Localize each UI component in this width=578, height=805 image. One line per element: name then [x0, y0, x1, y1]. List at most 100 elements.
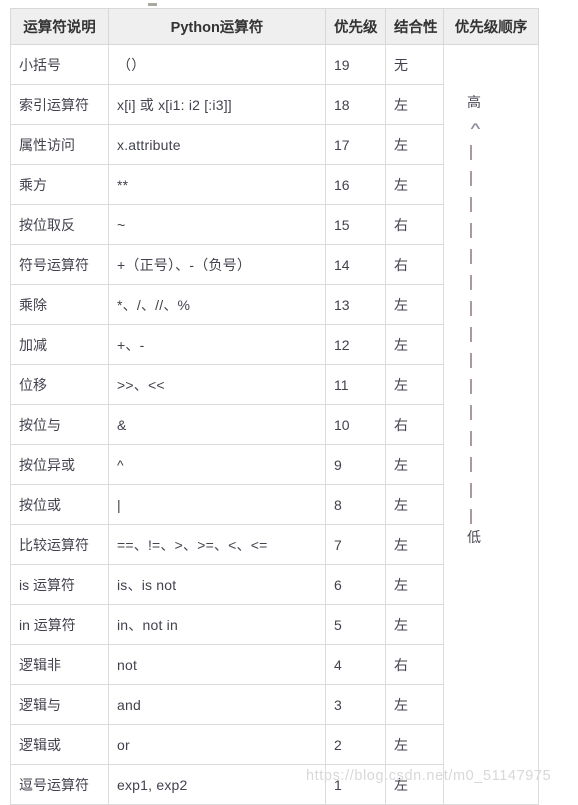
priority-high-label: 高	[467, 94, 481, 110]
cell-python-operator: not	[108, 644, 326, 685]
arrow-dash-segment	[470, 171, 472, 186]
cell-associativity: 左	[385, 484, 444, 525]
cell-python-operator: x.attribute	[108, 124, 326, 165]
column-header-precedence-order: 优先级顺序	[443, 8, 539, 45]
cell-python-operator: ^	[108, 444, 326, 485]
cell-associativity: 左	[385, 724, 444, 765]
cell-associativity: 左	[385, 364, 444, 405]
cell-python-operator: is、is not	[108, 564, 326, 605]
cell-associativity: 左	[385, 284, 444, 325]
cell-precedence: 18	[325, 84, 386, 125]
arrow-dash-segment	[470, 275, 472, 290]
cell-associativity: 左	[385, 444, 444, 485]
column-header-operator-description: 运算符说明	[10, 8, 109, 45]
arrow-dash-segment	[470, 379, 472, 394]
cell-precedence: 2	[325, 724, 386, 765]
operator-precedence-table: 运算符说明 Python运算符 优先级 结合性 优先级顺序 小括号 （） 19 无高 ∧…	[10, 8, 539, 805]
arrow-dash-segment	[470, 405, 472, 420]
cell-associativity: 左	[385, 524, 444, 565]
cell-precedence-order: 高 ∧ 低	[443, 44, 539, 805]
cell-precedence: 15	[325, 204, 386, 245]
cell-precedence: 10	[325, 404, 386, 445]
cell-precedence: 12	[325, 324, 386, 365]
cell-precedence: 17	[325, 124, 386, 165]
cell-python-operator: **	[108, 164, 326, 205]
cell-operator-description: 按位或	[10, 484, 109, 525]
cell-associativity: 左	[385, 604, 444, 645]
watermark-url: https://blog.csdn.net/m0_51147975	[306, 768, 552, 784]
cell-python-operator: （）	[108, 44, 326, 85]
cell-precedence: 7	[325, 524, 386, 565]
cell-python-operator: ~	[108, 204, 326, 245]
table-row: 小括号 （） 19 无高 ∧ 低	[10, 44, 539, 805]
cell-operator-description: 逗号运算符	[10, 764, 109, 805]
cell-associativity: 左	[385, 124, 444, 165]
cell-operator-description: 小括号	[10, 44, 109, 85]
cell-operator-description: 属性访问	[10, 124, 109, 165]
cell-associativity: 左	[385, 84, 444, 125]
cell-operator-description: 逻辑或	[10, 724, 109, 765]
cell-precedence: 13	[325, 284, 386, 325]
cell-python-operator: and	[108, 684, 326, 725]
cell-associativity: 无	[385, 44, 444, 85]
top-artifact-mark	[148, 3, 157, 6]
table-header-row: 运算符说明 Python运算符 优先级 结合性 优先级顺序	[10, 8, 539, 45]
priority-low-label: 低	[467, 529, 481, 545]
cell-operator-description: 乘方	[10, 164, 109, 205]
cell-python-operator: exp1, exp2	[108, 764, 326, 805]
operator-precedence-table-container: 运算符说明 Python运算符 优先级 结合性 优先级顺序 小括号 （） 19 无高 ∧…	[10, 8, 539, 805]
cell-associativity: 右	[385, 244, 444, 285]
cell-python-operator: +（正号）、-（负号）	[108, 244, 326, 285]
cell-associativity: 右	[385, 644, 444, 685]
cell-operator-description: is 运算符	[10, 564, 109, 605]
cell-operator-description: 乘除	[10, 284, 109, 325]
arrow-dash-segment	[470, 197, 472, 212]
cell-precedence: 14	[325, 244, 386, 285]
cell-operator-description: 比较运算符	[10, 524, 109, 565]
page-root: 运算符说明 Python运算符 优先级 结合性 优先级顺序 小括号 （） 19 无高 ∧…	[0, 0, 578, 805]
cell-python-operator: &	[108, 404, 326, 445]
cell-precedence: 11	[325, 364, 386, 405]
cell-python-operator: >>、<<	[108, 364, 326, 405]
cell-operator-description: 逻辑与	[10, 684, 109, 725]
cell-python-operator: ==、!=、>、>=、<、<=	[108, 524, 326, 565]
table-body: 小括号 （） 19 无高 ∧ 低 索引运算符 x[i] 或 x[i1: i2 [:i3]] 18…	[10, 44, 539, 805]
cell-operator-description: 加减	[10, 324, 109, 365]
cell-precedence: 4	[325, 644, 386, 685]
arrow-dash-segment	[470, 457, 472, 472]
cell-python-operator: in、not in	[108, 604, 326, 645]
cell-precedence: 9	[325, 444, 386, 485]
column-header-python-operator: Python运算符	[108, 8, 326, 45]
cell-associativity: 左	[385, 164, 444, 205]
cell-precedence: 8	[325, 484, 386, 525]
arrow-dash-segment	[470, 509, 472, 524]
cell-python-operator: x[i] 或 x[i1: i2 [:i3]]	[108, 84, 326, 125]
arrow-dash-segment	[470, 327, 472, 342]
cell-precedence: 5	[325, 604, 386, 645]
arrow-dash-segment	[470, 431, 472, 446]
cell-operator-description: 符号运算符	[10, 244, 109, 285]
arrow-dash-segment	[470, 483, 472, 498]
arrow-dash-segment	[470, 145, 472, 160]
cell-python-operator: or	[108, 724, 326, 765]
cell-associativity: 右	[385, 404, 444, 445]
column-header-precedence: 优先级	[325, 8, 386, 45]
cell-operator-description: 位移	[10, 364, 109, 405]
arrow-dash-segment	[470, 223, 472, 238]
column-header-associativity: 结合性	[385, 8, 444, 45]
cell-associativity: 左	[385, 684, 444, 725]
cell-associativity: 左	[385, 564, 444, 605]
cell-python-operator: |	[108, 484, 326, 525]
cell-precedence: 16	[325, 164, 386, 205]
arrow-dash-segment	[470, 301, 472, 316]
cell-operator-description: 逻辑非	[10, 644, 109, 685]
arrow-dash-segment	[470, 353, 472, 368]
table-header: 运算符说明 Python运算符 优先级 结合性 优先级顺序	[10, 8, 539, 45]
cell-precedence: 6	[325, 564, 386, 605]
cell-precedence: 3	[325, 684, 386, 725]
cell-operator-description: 按位取反	[10, 204, 109, 245]
cell-operator-description: 索引运算符	[10, 84, 109, 125]
cell-associativity: 右	[385, 204, 444, 245]
cell-python-operator: +、-	[108, 324, 326, 365]
cell-operator-description: 按位与	[10, 404, 109, 445]
